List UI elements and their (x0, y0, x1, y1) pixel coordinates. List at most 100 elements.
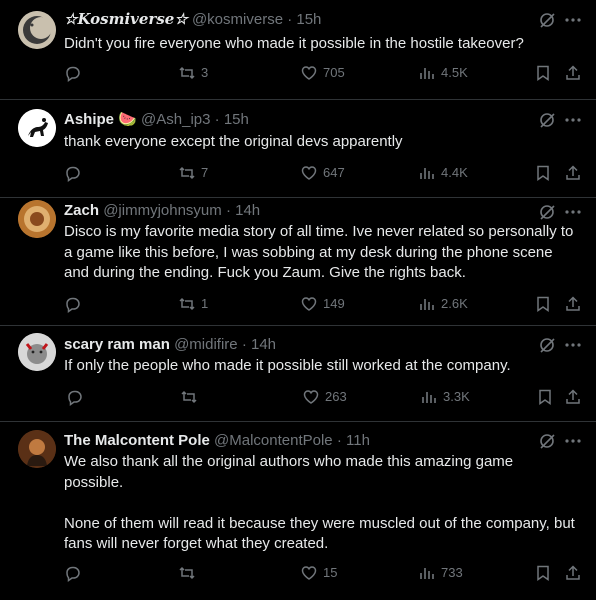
bookmark-icon (537, 165, 549, 181)
repost-button[interactable]: 1 (178, 295, 208, 313)
repost-button[interactable] (178, 564, 201, 582)
grok-icon[interactable] (538, 111, 556, 129)
share-button[interactable] (564, 564, 582, 582)
bookmark-button[interactable] (536, 388, 554, 406)
bookmark-button[interactable] (534, 164, 552, 182)
timestamp[interactable]: 15h (224, 111, 249, 128)
reply-header: scary ram man @midifire · 14h (64, 336, 276, 353)
reply-ashipe[interactable]: Ashipe 🍉 @Ash_ip3 · 15h thank everyone e… (0, 100, 596, 198)
like-count: 149 (323, 296, 345, 311)
reply-header: ☆Kosmiverse☆ @kosmiverse · 15h (64, 10, 321, 28)
bookmark-icon (537, 565, 549, 581)
reply-text-line: thank everyone except the original devs … (64, 133, 403, 150)
views-icon (422, 392, 436, 403)
display-name[interactable]: scary ram man (64, 336, 170, 353)
more-icon[interactable] (564, 342, 582, 348)
share-icon (566, 565, 580, 580)
bookmark-icon (537, 296, 549, 312)
views-button[interactable]: 4.5K (418, 64, 468, 82)
bookmark-button[interactable] (534, 64, 552, 82)
display-name[interactable]: Ashipe (64, 111, 114, 128)
repost-button[interactable] (180, 388, 203, 406)
views-button[interactable]: 2.6K (418, 295, 468, 313)
grok-icon[interactable] (538, 432, 556, 450)
views-icon (420, 568, 434, 579)
user-handle[interactable]: @Ash_ip3 (141, 111, 210, 128)
repost-count: 7 (201, 165, 209, 180)
views-button[interactable]: 4.4K (418, 164, 468, 182)
display-name[interactable]: The Malcontent Pole (64, 432, 210, 449)
reply-icon (66, 566, 80, 582)
user-handle[interactable]: @kosmiverse (192, 11, 283, 28)
reply-icon (66, 66, 80, 82)
repost-button[interactable]: 3 (178, 64, 208, 82)
separator-dot: · (287, 11, 293, 28)
like-icon (301, 297, 317, 311)
views-count: 2.6K (441, 296, 468, 311)
more-icon[interactable] (564, 117, 582, 123)
reply-actions: 15 733 (64, 564, 584, 586)
share-button[interactable] (564, 388, 582, 406)
repost-button[interactable]: 7 (178, 164, 208, 182)
repost-icon (179, 66, 195, 80)
reply-text-line: Didn't you fire everyone who made it pos… (64, 35, 524, 52)
display-name[interactable]: ☆Kosmiverse☆ (64, 10, 188, 28)
reply-zach[interactable]: Zach @jimmyjohnsyum · 14h Disco is my fa… (0, 198, 596, 326)
grok-icon[interactable] (538, 11, 556, 29)
share-icon (566, 65, 580, 80)
like-button[interactable]: 149 (300, 295, 345, 313)
more-icon[interactable] (564, 209, 582, 215)
reply-text: Disco is my favorite media story of all … (64, 222, 576, 284)
views-count: 3.3K (443, 389, 470, 404)
reply-text: We also thank all the original authors w… (64, 452, 576, 555)
repost-count: 3 (201, 65, 209, 80)
like-button[interactable]: 705 (300, 64, 345, 82)
timestamp[interactable]: 11h (346, 432, 370, 449)
avatar-badge-icon (18, 200, 56, 238)
like-button[interactable]: 647 (300, 164, 345, 182)
display-name[interactable]: Zach (64, 202, 99, 219)
timestamp[interactable]: 15h (296, 11, 321, 28)
repost-icon (181, 390, 197, 404)
share-button[interactable] (564, 164, 582, 182)
grok-icon[interactable] (538, 203, 556, 221)
avatar[interactable] (18, 333, 56, 371)
reply-button[interactable] (64, 64, 82, 82)
reply-text: Didn't you fire everyone who made it pos… (64, 34, 576, 55)
repost-icon (179, 166, 195, 180)
views-button[interactable]: 3.3K (420, 388, 470, 406)
reply-button[interactable] (64, 295, 82, 313)
timestamp[interactable]: 14h (251, 336, 276, 353)
like-button[interactable]: 15 (300, 564, 337, 582)
like-button[interactable]: 263 (302, 388, 347, 406)
reply-button[interactable] (64, 164, 82, 182)
views-button[interactable]: 733 (418, 564, 463, 582)
user-handle[interactable]: @jimmyjohnsyum (103, 202, 222, 219)
more-icon[interactable] (564, 438, 582, 444)
share-button[interactable] (564, 64, 582, 82)
reply-button[interactable] (66, 388, 84, 406)
reply-button[interactable] (64, 564, 82, 582)
share-button[interactable] (564, 295, 582, 313)
reply-scary-ram-man[interactable]: scary ram man @midifire · 14h If only th… (0, 326, 596, 422)
reply-malcontent-pole[interactable]: The Malcontent Pole @MalcontentPole · 11… (0, 422, 596, 600)
avatar[interactable] (18, 430, 56, 468)
repost-icon (179, 297, 195, 311)
reply-actions: 7 647 4.4K (64, 164, 584, 186)
reply-text-line: If only the people who made it possible … (64, 357, 511, 374)
user-handle[interactable]: @midifire (174, 336, 238, 353)
avatar[interactable] (18, 11, 56, 49)
reply-kosmiverse[interactable]: ☆Kosmiverse☆ @kosmiverse · 15h Didn't yo… (0, 0, 596, 100)
reply-actions: 1 149 2.6K (64, 295, 584, 317)
more-icon[interactable] (564, 17, 582, 23)
grok-icon[interactable] (538, 336, 556, 354)
reply-actions: 3 705 4.5K (64, 64, 584, 86)
timestamp[interactable]: 14h (235, 202, 260, 219)
bookmark-button[interactable] (534, 295, 552, 313)
share-icon (566, 296, 580, 311)
avatar[interactable] (18, 109, 56, 147)
user-handle[interactable]: @MalcontentPole (214, 432, 333, 449)
separator-dot: · (225, 202, 231, 219)
avatar[interactable] (18, 200, 56, 238)
bookmark-button[interactable] (534, 564, 552, 582)
